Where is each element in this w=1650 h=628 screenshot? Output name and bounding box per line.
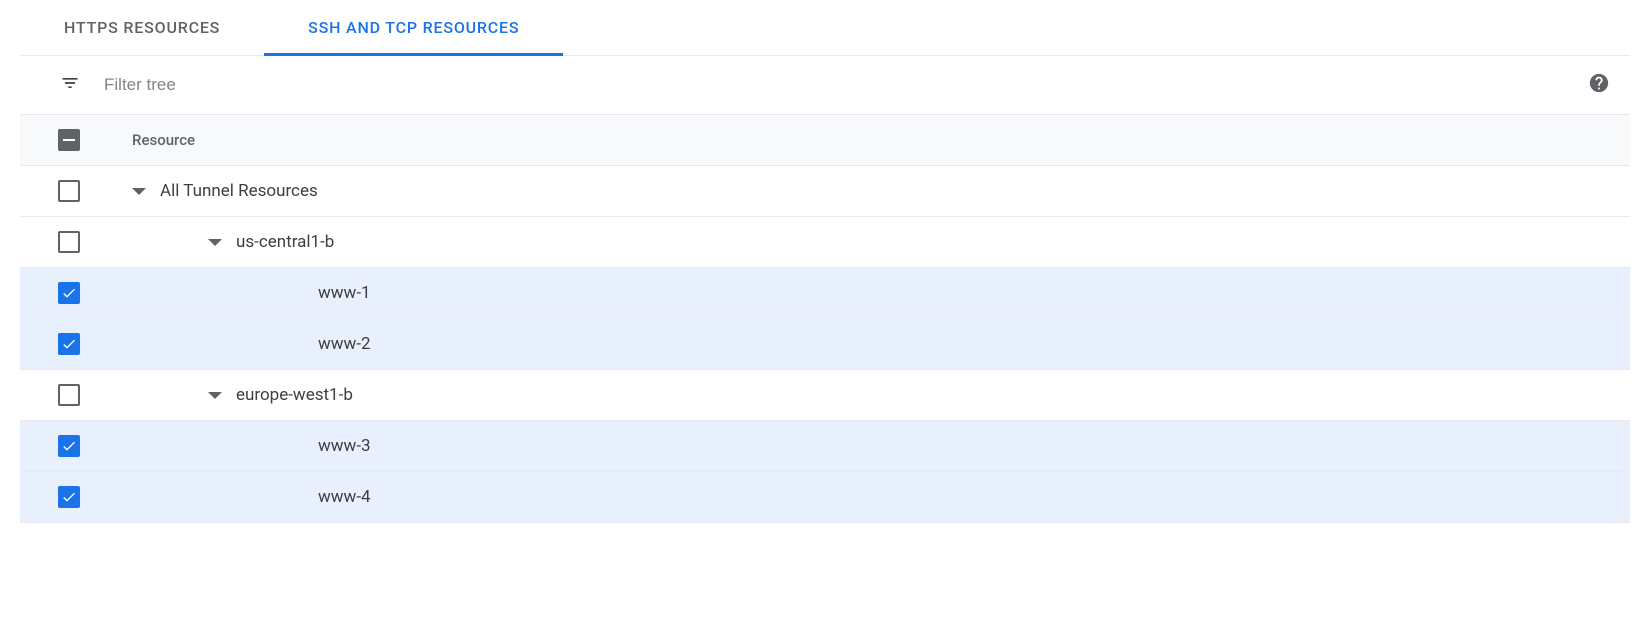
- checkbox-zone-us-central1-b[interactable]: [58, 231, 80, 253]
- tree-label-vm4: www-4: [318, 487, 371, 507]
- tree-row-vm-www-3[interactable]: www-3: [20, 421, 1630, 472]
- tab-https-resources[interactable]: HTTPS RESOURCES: [20, 0, 264, 55]
- column-header-resource: Resource: [132, 131, 195, 149]
- caret-down-icon[interactable]: [208, 239, 222, 246]
- tree-label-root: All Tunnel Resources: [160, 181, 318, 201]
- table-header: Resource: [20, 114, 1630, 166]
- checkbox-zone-europe-west1-b[interactable]: [58, 384, 80, 406]
- tree-row-vm-www-4[interactable]: www-4: [20, 472, 1630, 523]
- tree-row-zone-us-central1-b[interactable]: us-central1-b: [20, 217, 1630, 268]
- tree-label-vm2: www-2: [318, 334, 371, 354]
- filter-input[interactable]: [104, 75, 1564, 95]
- checkbox-root[interactable]: [58, 180, 80, 202]
- tree-label-zone2: europe-west1-b: [236, 385, 353, 405]
- tree-row-vm-www-2[interactable]: www-2: [20, 319, 1630, 370]
- help-icon[interactable]: [1588, 72, 1610, 98]
- tree-row-vm-www-1[interactable]: www-1: [20, 268, 1630, 319]
- tree-row-zone-europe-west1-b[interactable]: europe-west1-b: [20, 370, 1630, 421]
- checkbox-select-all[interactable]: [58, 129, 80, 151]
- filter-bar: [20, 56, 1630, 114]
- tree-label-vm1: www-1: [318, 283, 371, 303]
- tree-label-vm3: www-3: [318, 436, 371, 456]
- checkbox-vm-www-3[interactable]: [58, 435, 80, 457]
- caret-down-icon[interactable]: [132, 188, 146, 195]
- checkbox-vm-www-1[interactable]: [58, 282, 80, 304]
- tab-ssh-tcp-resources[interactable]: SSH AND TCP RESOURCES: [264, 0, 563, 55]
- filter-icon[interactable]: [60, 73, 80, 97]
- checkbox-vm-www-4[interactable]: [58, 486, 80, 508]
- tree-row-root[interactable]: All Tunnel Resources: [20, 166, 1630, 217]
- checkbox-vm-www-2[interactable]: [58, 333, 80, 355]
- tree-label-zone1: us-central1-b: [236, 232, 334, 252]
- caret-down-icon[interactable]: [208, 392, 222, 399]
- tabs: HTTPS RESOURCES SSH AND TCP RESOURCES: [20, 0, 1630, 56]
